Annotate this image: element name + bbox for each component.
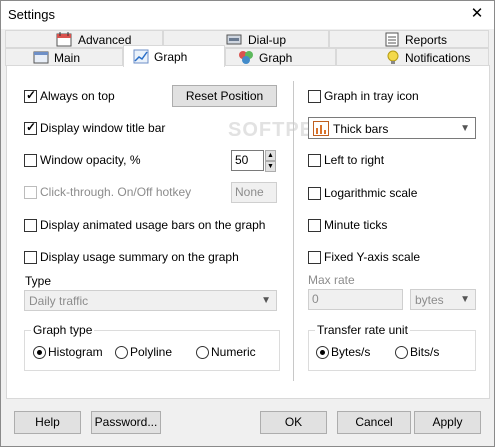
bits-radio[interactable] — [395, 346, 408, 359]
chevron-down-icon: ▼ — [460, 123, 470, 134]
opacity-down-arrow[interactable]: ▼ — [265, 161, 276, 172]
bytes-radio[interactable] — [316, 346, 329, 359]
type-dropdown[interactable]: Daily traffic ▼ — [24, 290, 277, 311]
bits-label: Bits/s — [410, 345, 440, 359]
animated-bars-label: Display animated usage bars on the graph — [40, 218, 266, 232]
window-title: Settings — [8, 7, 55, 22]
checkmark-icon: ✓ — [26, 88, 37, 102]
calendar-icon — [56, 32, 72, 47]
left-to-right-checkbox[interactable] — [308, 154, 321, 167]
type-label: Type — [25, 274, 52, 288]
max-rate-label: Max rate — [308, 273, 355, 287]
polyline-label: Polyline — [130, 345, 173, 359]
window-opacity-checkbox[interactable] — [24, 154, 37, 167]
numeric-radio[interactable] — [196, 346, 209, 359]
selected-dot-icon — [320, 350, 325, 355]
usage-summary-label: Display usage summary on the graph — [40, 250, 239, 264]
tab-graph-colours[interactable]: Graph Colours — [225, 48, 336, 83]
histogram-label: Histogram — [48, 345, 103, 359]
rate-unit-dropdown[interactable]: bytes ▼ — [410, 289, 476, 310]
minute-ticks-label: Minute ticks — [324, 218, 388, 232]
type-value: Daily traffic — [29, 294, 89, 308]
histogram-radio[interactable] — [33, 346, 46, 359]
reports-icon — [385, 32, 399, 47]
max-rate-input[interactable]: 0 — [308, 289, 403, 310]
click-through-checkbox[interactable] — [24, 186, 37, 199]
palette-icon — [239, 51, 253, 64]
password-button[interactable]: Password... — [91, 411, 161, 434]
always-on-top-checkbox[interactable]: ✓ — [24, 88, 37, 103]
help-button[interactable]: Help — [14, 411, 81, 434]
close-button[interactable]: ✕ — [466, 4, 488, 24]
graph-type-title: Graph type — [31, 323, 95, 337]
animated-bars-checkbox[interactable] — [24, 219, 37, 232]
graph-icon — [133, 49, 149, 64]
tab-reports[interactable]: Reports — [329, 30, 489, 48]
fixed-y-axis-checkbox[interactable] — [308, 251, 321, 264]
tab-notifications[interactable]: Notifications — [336, 48, 489, 66]
settings-window: Settings ✕ Advanced Dial-up Reports Main — [0, 0, 495, 447]
transfer-rate-unit-title: Transfer rate unit — [315, 323, 410, 337]
chevron-down-icon: ▼ — [460, 294, 470, 305]
log-scale-checkbox[interactable] — [308, 187, 321, 200]
opacity-value-input[interactable]: 50 — [231, 150, 264, 171]
chevron-down-icon: ▼ — [261, 295, 271, 306]
ok-button[interactable]: OK — [260, 411, 327, 434]
tab-main[interactable]: Main — [5, 48, 123, 66]
apply-button[interactable]: Apply — [414, 411, 481, 434]
rate-unit-value: bytes — [415, 293, 444, 307]
reset-position-button[interactable]: Reset Position — [172, 85, 277, 107]
selected-dot-icon — [37, 350, 42, 355]
hotkey-input[interactable]: None — [231, 182, 277, 203]
opacity-up-arrow[interactable]: ▲ — [265, 150, 276, 161]
graph-in-tray-label: Graph in tray icon — [324, 89, 419, 103]
tab-graph[interactable]: Graph — [123, 45, 225, 67]
bulb-icon — [387, 50, 399, 64]
checkmark-icon: ✓ — [26, 120, 37, 134]
column-separator — [293, 81, 294, 381]
display-title-bar-checkbox[interactable]: ✓ — [24, 120, 37, 135]
main-icon — [33, 51, 49, 64]
window-opacity-label: Window opacity, % — [40, 153, 141, 167]
bytes-label: Bytes/s — [331, 345, 371, 359]
numeric-label: Numeric — [211, 345, 256, 359]
usage-summary-checkbox[interactable] — [24, 251, 37, 264]
bars-icon — [313, 121, 329, 136]
bar-style-value: Thick bars — [333, 122, 389, 136]
polyline-radio[interactable] — [115, 346, 128, 359]
click-through-label: Click-through. On/Off hotkey — [40, 185, 192, 199]
display-title-bar-label: Display window title bar — [40, 121, 166, 135]
modem-icon — [226, 34, 242, 45]
always-on-top-label: Always on top — [40, 89, 115, 103]
log-scale-label: Logarithmic scale — [324, 186, 418, 200]
bar-style-dropdown[interactable]: Thick bars ▼ — [308, 117, 476, 139]
fixed-y-axis-label: Fixed Y-axis scale — [324, 250, 421, 264]
cancel-button[interactable]: Cancel — [337, 411, 411, 434]
minute-ticks-checkbox[interactable] — [308, 219, 321, 232]
left-to-right-label: Left to right — [324, 153, 385, 167]
title-bar: Settings ✕ — [1, 1, 494, 29]
graph-in-tray-checkbox[interactable] — [308, 90, 321, 103]
